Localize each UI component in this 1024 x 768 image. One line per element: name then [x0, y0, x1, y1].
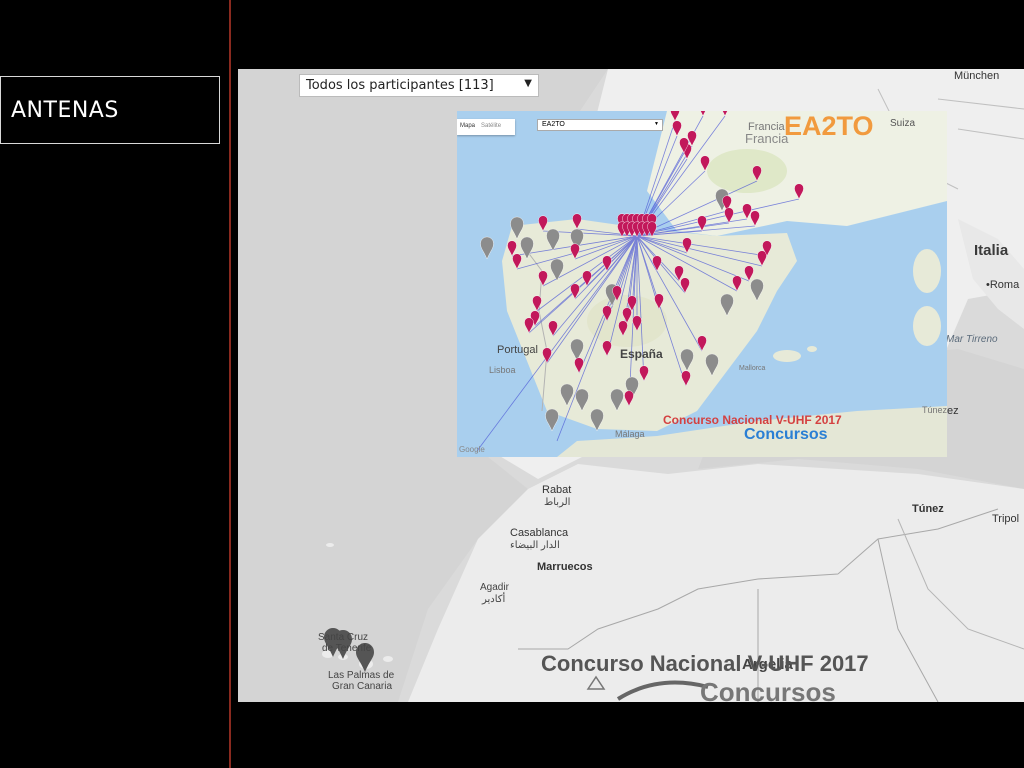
map-label-gran-canaria: Gran Canaria	[332, 681, 393, 692]
map-label-marruecos: Marruecos	[537, 561, 593, 573]
inset-contest-map: Mapa Satélite EA2TO ▼ EA2TO Francia Franc…	[457, 111, 947, 457]
inset-label-mallorca: Mallorca	[739, 365, 766, 372]
map-label-roma: •Roma	[986, 279, 1020, 291]
inset-station-select: EA2TO ▼	[537, 119, 663, 131]
map-label-tripoli: Tripol	[992, 513, 1020, 525]
participant-select[interactable]: Todos los participantes [113] ▼	[299, 74, 539, 97]
map-label-munich: München	[954, 70, 1000, 82]
vertical-divider	[229, 0, 231, 768]
inset-google-logo: Google	[459, 445, 485, 454]
inset-callsign: EA2TO	[784, 111, 874, 141]
chevron-down-icon: ▼	[654, 121, 659, 127]
inset-label-malaga: Málaga	[615, 429, 645, 439]
inset-label-portugal: Portugal	[497, 344, 538, 356]
inset-label-suiza: Suiza	[890, 118, 916, 129]
inset-label-espana: España	[620, 347, 663, 361]
inset-tab-map: Mapa	[460, 123, 476, 129]
map-label-de-tenerife: de Tenerife	[322, 643, 372, 654]
inset-label-tunez: Túnez	[922, 405, 947, 415]
inset-map-graphic	[457, 111, 947, 457]
inset-label-lisboa: Lisboa	[489, 365, 516, 375]
inset-label-francia: Francia	[745, 131, 789, 146]
map-label-rabat-ar: الرباط	[544, 497, 571, 508]
map-label-casablanca-ar: الدار البيضاء	[510, 540, 560, 551]
section-title-box: ANTENAS	[0, 76, 220, 144]
inset-contest-title: Concurso Nacional V-UHF 2017	[663, 413, 842, 427]
map-label-rabat: Rabat	[542, 484, 572, 496]
chevron-down-icon: ▼	[524, 78, 532, 89]
map-label-casablanca: Casablanca	[510, 527, 569, 539]
map-label-agadir-ar: أكادير	[482, 594, 506, 605]
inset-tab-satellite: Satélite	[481, 123, 502, 129]
participant-select-value: Todos los participantes [113]	[306, 78, 494, 93]
map-viewport[interactable]: Todos los participantes [113] ▼ München …	[238, 69, 1024, 702]
map-label-italia: Italia	[974, 242, 1009, 259]
map-label-las-palmas: Las Palmas de	[328, 670, 395, 681]
bottom-banner-title: Concurso Nacional V-UHF 2017	[541, 651, 869, 676]
inset-station-select-value: EA2TO	[542, 121, 565, 128]
map-label-mar-tirreno: Mar Tirreno	[946, 334, 998, 345]
map-label-tunez: Túnez	[912, 503, 944, 515]
inset-map-type-tabs: Mapa Satélite	[457, 119, 515, 135]
map-label-santa-cruz: Santa Cruz	[318, 632, 369, 643]
bottom-banner-subtitle: Concursos	[700, 677, 836, 702]
inset-contest-subtitle: Concursos	[744, 426, 828, 443]
section-title: ANTENAS	[11, 98, 119, 123]
map-label-agadir: Agadir	[480, 582, 509, 593]
